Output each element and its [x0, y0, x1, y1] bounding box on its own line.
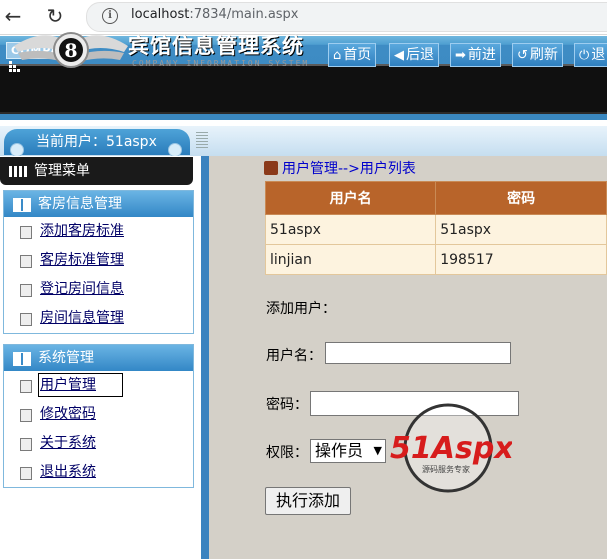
knob-right-icon [168, 143, 182, 157]
username-input[interactable] [325, 342, 511, 364]
cell-password: 51aspx [435, 214, 607, 245]
sidebar-item-about[interactable]: 关于系统 [4, 429, 193, 458]
sidebar-item-room-info-manage[interactable]: 房间信息管理 [4, 304, 193, 333]
breadcrumb-text: 用户管理-->用户列表 [282, 161, 416, 177]
menu-grid-icon [9, 166, 27, 177]
page-icon [20, 313, 32, 326]
page-icon [20, 226, 32, 239]
section-room-info: 客房信息管理 添加客房标准 客房标准管理 登记房间信息 房间信息管理 [3, 190, 194, 334]
user-bar: 当前用户：51aspx [0, 126, 607, 157]
exit-button[interactable]: ⏻ 退 [574, 43, 607, 67]
sidebar-item-room-standard-manage[interactable]: 客房标准管理 [4, 246, 193, 275]
table-row: linjian 198517 [264, 244, 607, 275]
sidebar-item-register-room[interactable]: 登记房间信息 [4, 275, 193, 304]
section-system: 系统管理 用户管理 修改密码 关于系统 退出系统 [3, 344, 194, 488]
power-icon: ⏻ [579, 48, 590, 63]
back-arrow-icon: ◀ [394, 48, 404, 63]
cell-username: linjian [264, 244, 437, 275]
add-user-heading: 添加用户： [266, 301, 336, 317]
sidebar-item-change-password[interactable]: 修改密码 [4, 400, 193, 429]
cell-username: 51aspx [264, 214, 437, 245]
role-selected-value: 操作员 [315, 441, 364, 460]
section-title-system[interactable]: 系统管理 [4, 345, 193, 371]
sidebar-item-logout[interactable]: 退出系统 [4, 458, 193, 487]
page-icon [20, 255, 32, 268]
sidebar-item-user-manage[interactable]: 用户管理 [4, 371, 193, 400]
submit-add-user-button[interactable]: 执行添加 [265, 487, 351, 515]
splitter-grip-icon[interactable] [196, 132, 208, 148]
page-icon [20, 380, 32, 393]
book-icon [13, 352, 31, 366]
password-label: 密码： [266, 397, 308, 413]
section-title-room-info[interactable]: 客房信息管理 [4, 191, 193, 217]
refresh-icon: ↺ [517, 48, 528, 63]
username-label: 用户名： [266, 348, 322, 364]
breadcrumb: 用户管理-->用户列表 [264, 158, 416, 178]
menu-title-bar: 管理菜单 [0, 157, 193, 185]
forward-button[interactable]: ➡ 前进 [450, 43, 501, 67]
home-button[interactable]: ⌂ 首页 [328, 43, 377, 67]
cell-password: 198517 [435, 244, 607, 275]
user-table: 用户名 密码 51aspx 51aspx linjian 198517 [264, 181, 607, 275]
chevron-down-icon: ▼ [373, 444, 382, 457]
51aspx-watermark-logo: 51Aspx 源码服务专家 [390, 403, 512, 493]
page-icon [20, 438, 32, 451]
forward-arrow-icon: ➡ [455, 48, 466, 63]
refresh-button[interactable]: ↺ 刷新 [512, 43, 563, 67]
knob-left-icon [10, 143, 24, 157]
url-text: localhost:7834/main.aspx [131, 7, 299, 22]
decor-dots-icon [9, 61, 20, 72]
current-user-label: 当前用户：51aspx [36, 134, 157, 150]
table-header-row: 用户名 密码 [264, 181, 607, 215]
column-header-password: 密码 [435, 181, 607, 215]
page-icon [20, 284, 32, 297]
page-icon [20, 409, 32, 422]
table-row: 51aspx 51aspx [264, 214, 607, 245]
role-select[interactable]: 操作员 ▼ [310, 439, 386, 463]
sidebar-item-add-room-standard[interactable]: 添加客房标准 [4, 217, 193, 246]
logo-emblem-letter: 8 [64, 40, 77, 62]
back-button[interactable]: ◀ 后退 [389, 43, 439, 67]
book-icon [13, 198, 31, 212]
page-icon [20, 467, 32, 480]
column-header-username: 用户名 [264, 181, 437, 215]
sidebar-divider[interactable] [201, 156, 209, 559]
current-user-pill: 当前用户：51aspx [4, 129, 190, 157]
book-stack-icon [264, 161, 278, 175]
watermark-brand: 51Aspx [390, 431, 512, 466]
menu-title: 管理菜单 [34, 163, 90, 179]
watermark-tagline: 源码服务专家 [422, 464, 470, 474]
system-title: 宾馆信息管理系统 [128, 34, 304, 58]
bentley-logo-icon: 8 [14, 32, 128, 68]
role-label: 权限： [266, 445, 308, 461]
system-subtitle: COMPANY INFORMATION SYSTEM [132, 59, 310, 68]
home-icon: ⌂ [333, 48, 342, 63]
